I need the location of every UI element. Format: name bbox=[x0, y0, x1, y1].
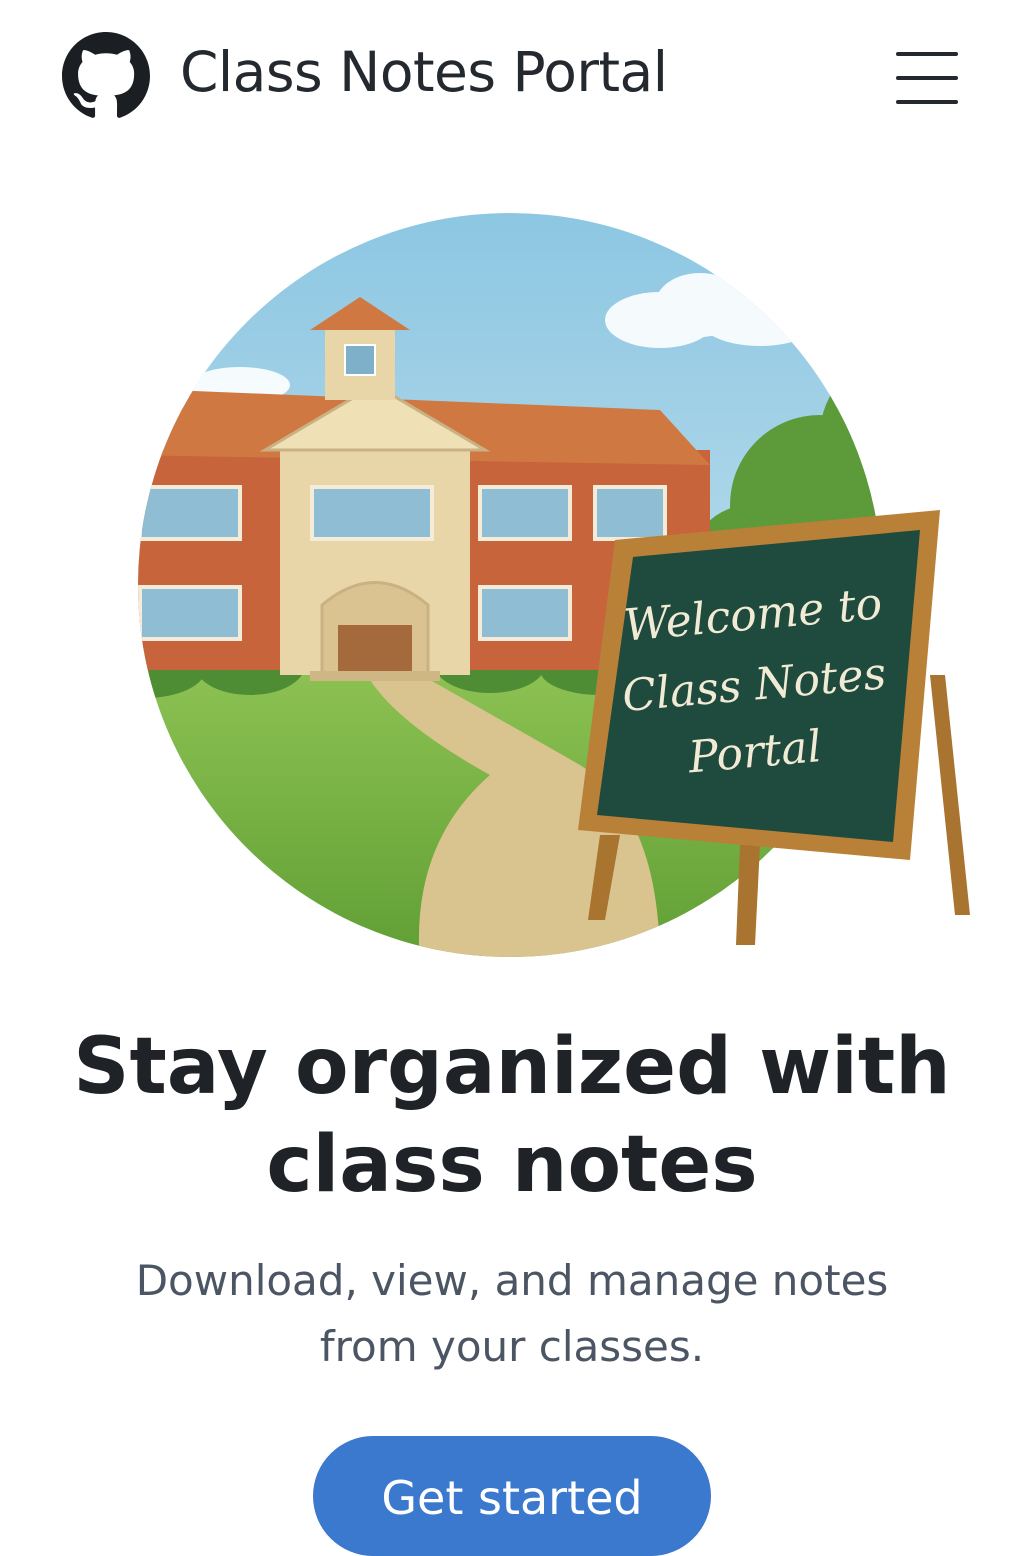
hamburger-menu-icon[interactable] bbox=[896, 48, 958, 108]
app-header: Class Notes Portal bbox=[0, 0, 1024, 150]
page-subtitle: Download, view, and manage notes from yo… bbox=[0, 1248, 1024, 1380]
page-heading: Stay organized with class notes bbox=[0, 1018, 1024, 1214]
app-title[interactable]: Class Notes Portal bbox=[180, 40, 668, 104]
heading-line-2: class notes bbox=[266, 1120, 758, 1210]
subtitle-line-1: Download, view, and manage notes bbox=[135, 1256, 889, 1305]
heading-line-1: Stay organized with bbox=[73, 1022, 951, 1112]
octocat-logo-icon[interactable] bbox=[62, 32, 150, 120]
subtitle-line-2: from your classes. bbox=[319, 1322, 705, 1371]
hero-illustration: Welcome to Class Notes Portal bbox=[138, 213, 970, 957]
get-started-button[interactable]: Get started bbox=[313, 1436, 711, 1556]
get-started-label: Get started bbox=[381, 1471, 643, 1525]
